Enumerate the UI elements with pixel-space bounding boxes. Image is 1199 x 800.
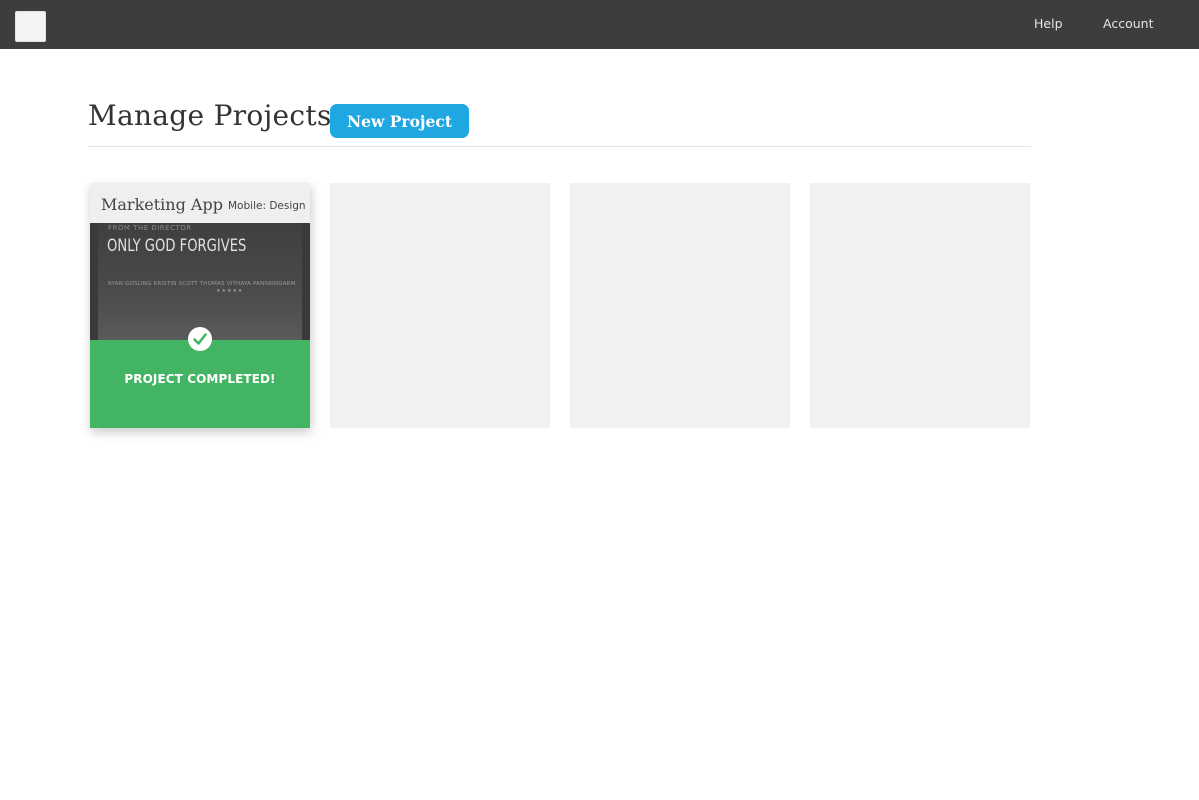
project-card-placeholder [810, 183, 1030, 428]
check-icon [188, 327, 212, 351]
project-card-placeholder [570, 183, 790, 428]
poster-stars: ★★★★★ [216, 288, 244, 294]
nav-account-link[interactable]: Account [1103, 16, 1153, 31]
top-bar: Help Account [0, 0, 1199, 49]
project-type: Mobile: Design [228, 200, 306, 212]
poster-top-text: FROM THE DIRECTOR [108, 224, 192, 232]
title-divider [88, 146, 1031, 147]
project-card[interactable]: Marketing App Mobile: Design FROM THE DI… [90, 183, 310, 428]
project-thumbnail: FROM THE DIRECTOR ONLY GOD FORGIVES RYAN… [90, 223, 310, 340]
project-card-header: Marketing App Mobile: Design [90, 183, 310, 223]
poster-credits: RYAN GOSLING KRISTIN SCOTT THOMAS VITHAY… [108, 281, 296, 287]
nav-help-link[interactable]: Help [1034, 16, 1063, 31]
poster-image: FROM THE DIRECTOR ONLY GOD FORGIVES RYAN… [98, 223, 302, 340]
page-title: Manage Projects [88, 99, 332, 132]
project-name: Marketing App [101, 195, 223, 214]
logo[interactable] [15, 11, 46, 42]
project-status: PROJECT COMPLETED! [124, 372, 276, 386]
poster-title: ONLY GOD FORGIVES [107, 236, 247, 256]
project-card-placeholder [330, 183, 550, 428]
new-project-button[interactable]: New Project [330, 104, 469, 138]
